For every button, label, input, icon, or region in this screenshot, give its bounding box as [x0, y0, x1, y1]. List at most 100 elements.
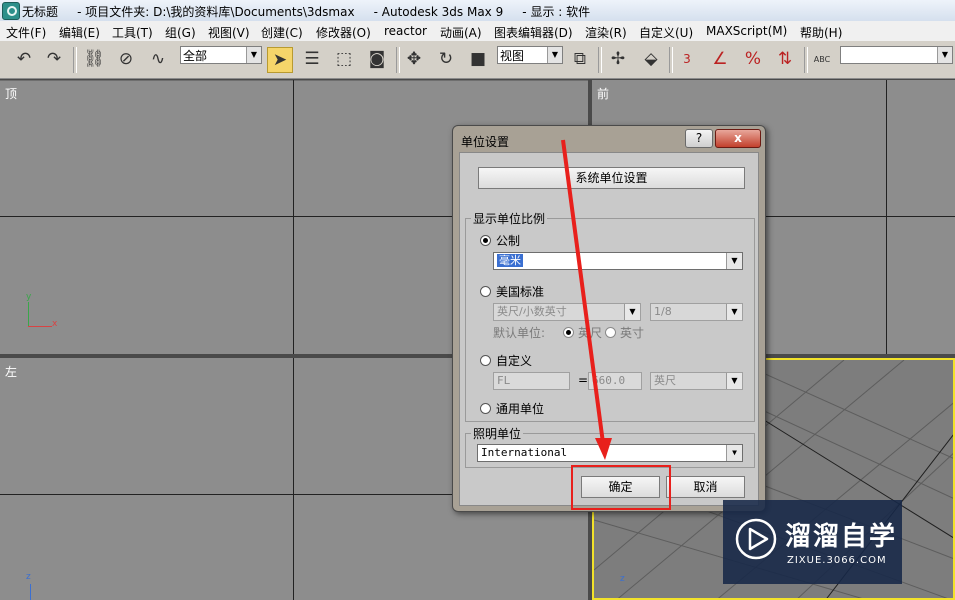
- viewport-label-top[interactable]: 顶: [5, 85, 17, 102]
- default-unit-label: 默认单位:: [493, 326, 546, 340]
- menu-edit[interactable]: 编辑(E): [59, 24, 100, 41]
- axis-y-label: y: [26, 292, 32, 302]
- toolbar-separator: [804, 47, 808, 73]
- named-selection-dropdown[interactable]: ▼: [840, 46, 953, 64]
- axis-z-label: z: [620, 574, 625, 584]
- toolbar-separator: [73, 47, 77, 73]
- menu-modifiers[interactable]: 修改器(O): [316, 24, 371, 41]
- redo-icon[interactable]: ↷: [42, 47, 66, 71]
- metric-label[interactable]: 公制: [496, 232, 520, 249]
- system-unit-setup-button[interactable]: 系统单位设置: [478, 167, 745, 189]
- axis-z-line: [30, 584, 31, 600]
- ok-button[interactable]: 确定: [581, 476, 660, 498]
- menu-create[interactable]: 创建(C): [261, 24, 303, 41]
- reference-coordinate-value: 视图: [500, 49, 525, 63]
- menu-group[interactable]: 组(G): [165, 24, 196, 41]
- percent-snap-label: %: [744, 49, 762, 69]
- generic-units-label[interactable]: 通用单位: [496, 400, 544, 417]
- us-standard-select[interactable]: 英尺/小数英寸 ▼: [493, 303, 641, 321]
- manipulate-icon[interactable]: ✢: [606, 47, 630, 71]
- metric-radio[interactable]: [480, 235, 491, 246]
- fraction-value: 1/8: [654, 305, 672, 318]
- menu-help[interactable]: 帮助(H): [800, 24, 842, 41]
- default-unit-feet-radio[interactable]: [563, 327, 574, 338]
- rect-selection-icon[interactable]: ⬚: [332, 47, 356, 71]
- help-button[interactable]: ?: [685, 129, 713, 148]
- window-title-bar: 无标题 - 项目文件夹: D:\我的资料库\Documents\3dsmax -…: [0, 0, 955, 22]
- custom-label[interactable]: 自定义: [496, 352, 532, 369]
- custom-name-field[interactable]: FL: [493, 372, 570, 390]
- unlink-icon[interactable]: ⊘: [114, 47, 138, 71]
- toolbar-separator: [396, 47, 400, 73]
- dialog-body: 系统单位设置 显示单位比例 公制 毫米 ▼ 美国标准 英尺/小数英寸 ▼ 1/8…: [459, 152, 759, 506]
- custom-unit-select[interactable]: 英尺 ▼: [650, 372, 743, 390]
- window-crossing-icon[interactable]: ◙: [365, 47, 389, 71]
- custom-value-field[interactable]: 660.0: [588, 372, 642, 390]
- menu-animation[interactable]: 动画(A): [440, 24, 482, 41]
- window-title: 无标题 - 项目文件夹: D:\我的资料库\Documents\3dsmax -…: [22, 5, 591, 19]
- custom-unit-value: 英尺: [654, 374, 676, 387]
- undo-icon[interactable]: ↶: [12, 47, 36, 71]
- bind-space-warp-icon[interactable]: ∿: [146, 47, 170, 71]
- select-by-name-icon[interactable]: ☰: [300, 47, 324, 71]
- select-object-icon[interactable]: ➤: [267, 47, 293, 73]
- dialog-title: 单位设置: [461, 135, 510, 149]
- menu-rendering[interactable]: 渲染(R): [585, 24, 627, 41]
- watermark-url: ZIXUE.3066.COM: [787, 555, 887, 566]
- selection-filter-value: 全部: [183, 49, 208, 63]
- percent-snap-icon[interactable]: %: [741, 47, 765, 71]
- main-toolbar: ↶ ↷ ⛓ ⊘ ∿ 全部 ▼ ➤ ☰ ⬚ ◙ ✥ ↻ ■ 视图 ▼ ⧉ ✢ ⬙ …: [0, 41, 955, 79]
- spinner-snap-icon[interactable]: ⇅: [773, 47, 797, 71]
- menu-file[interactable]: 文件(F): [6, 24, 46, 41]
- axis-z-label: z: [26, 572, 31, 582]
- chevron-down-icon: ▼: [726, 445, 742, 461]
- default-unit-feet-label[interactable]: 英尺: [578, 324, 602, 341]
- menu-maxscript[interactable]: MAXScript(M): [706, 24, 787, 38]
- chevron-down-icon: ▼: [726, 304, 742, 320]
- pivot-icon[interactable]: ⧉: [568, 47, 592, 71]
- generic-units-radio[interactable]: [480, 403, 491, 414]
- us-standard-label[interactable]: 美国标准: [496, 283, 544, 300]
- viewport-label-front[interactable]: 前: [597, 85, 609, 102]
- play-logo-icon: [735, 518, 777, 560]
- menu-tools[interactable]: 工具(T): [112, 24, 153, 41]
- watermark-brand: 溜溜自学: [785, 522, 898, 552]
- chevron-down-icon: ▼: [726, 373, 742, 389]
- snap-3-icon[interactable]: 3: [675, 47, 699, 71]
- move-icon[interactable]: ✥: [402, 47, 426, 71]
- default-unit-inch-label[interactable]: 英寸: [620, 324, 644, 341]
- selection-filter-dropdown[interactable]: 全部 ▼: [180, 46, 262, 64]
- menu-customize[interactable]: 自定义(U): [639, 24, 693, 41]
- watermark-badge: 溜溜自学 ZIXUE.3066.COM: [723, 500, 902, 584]
- rotate-icon[interactable]: ↻: [434, 47, 458, 71]
- units-setup-dialog: 单位设置 ? x 系统单位设置 显示单位比例 公制 毫米 ▼ 美国标准 英尺/小…: [452, 125, 766, 512]
- viewport-label-left[interactable]: 左: [5, 363, 17, 380]
- menu-bar: 文件(F) 编辑(E) 工具(T) 组(G) 视图(V) 创建(C) 修改器(O…: [0, 21, 955, 42]
- scale-icon[interactable]: ■: [466, 47, 490, 71]
- menu-graph-editors[interactable]: 图表编辑器(D): [494, 24, 573, 41]
- angle-snap-icon[interactable]: ∠: [708, 47, 732, 71]
- metric-unit-value: 毫米: [497, 254, 523, 267]
- reference-coordinate-dropdown[interactable]: 视图 ▼: [497, 46, 563, 64]
- metric-unit-select[interactable]: 毫米 ▼: [493, 252, 743, 270]
- close-button[interactable]: x: [715, 129, 761, 148]
- fraction-select[interactable]: 1/8 ▼: [650, 303, 743, 321]
- toolbar-separator: [598, 47, 602, 73]
- named-selection-icon[interactable]: ABC: [810, 47, 834, 71]
- toolbar-separator: [669, 47, 673, 73]
- chevron-down-icon: ▼: [624, 304, 640, 320]
- keyboard-shortcut-icon[interactable]: ⬙: [639, 47, 663, 71]
- menu-reactor[interactable]: reactor: [384, 24, 427, 38]
- 3dsmax-app-icon[interactable]: [2, 2, 20, 20]
- chevron-down-icon: ▼: [547, 47, 562, 63]
- chevron-down-icon: ▼: [937, 47, 952, 63]
- us-standard-value: 英尺/小数英寸: [497, 305, 567, 318]
- cancel-button[interactable]: 取消: [666, 476, 745, 498]
- link-icon[interactable]: ⛓: [82, 47, 106, 71]
- menu-views[interactable]: 视图(V): [208, 24, 250, 41]
- custom-radio[interactable]: [480, 355, 491, 366]
- default-unit-inch-radio[interactable]: [605, 327, 616, 338]
- us-standard-radio[interactable]: [480, 286, 491, 297]
- lighting-units-select[interactable]: International ▼: [477, 444, 743, 462]
- lighting-units-label: 照明单位: [471, 425, 524, 442]
